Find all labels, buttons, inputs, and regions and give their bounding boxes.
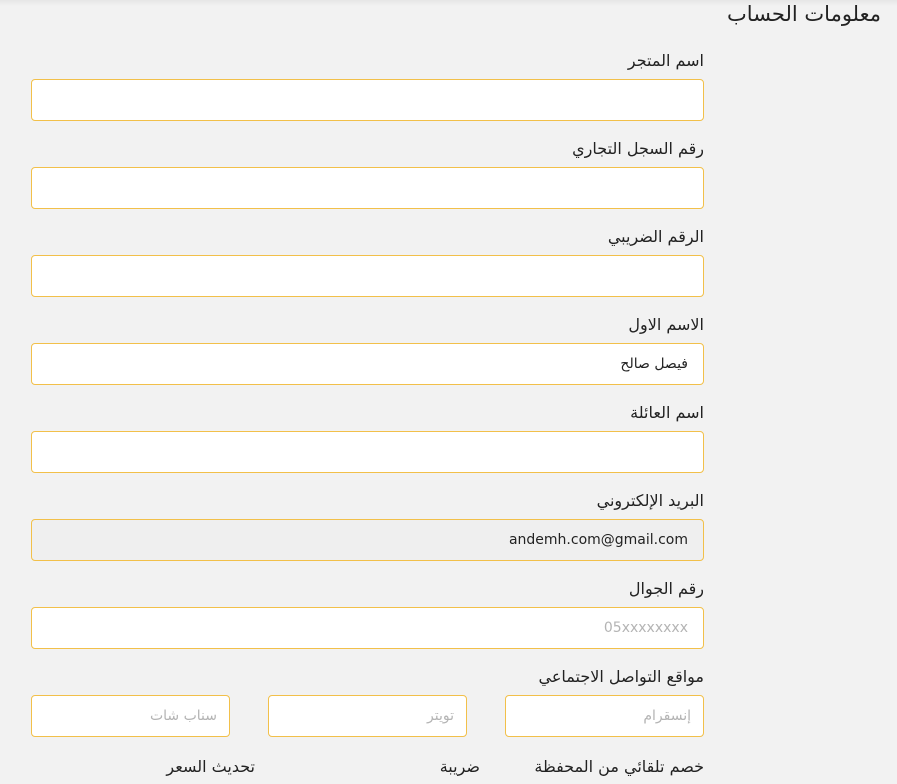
tax-number-field: الرقم الضريبي xyxy=(31,226,704,314)
first-name-input[interactable] xyxy=(31,343,704,385)
email-input[interactable] xyxy=(31,519,704,561)
mobile-input[interactable] xyxy=(31,607,704,649)
auto-discount-option[interactable]: خصم تلقائي من المحفظة xyxy=(534,756,704,778)
account-form: اسم المتجر رقم السجل التجاري الرقم الضري… xyxy=(31,50,704,754)
family-name-input[interactable] xyxy=(31,431,704,473)
family-name-label: اسم العائلة xyxy=(630,403,704,422)
options-row: خصم تلقائي من المحفظة ضريبة تحديث السعر xyxy=(31,756,704,778)
family-name-field: اسم العائلة xyxy=(31,402,704,490)
commercial-register-label: رقم السجل التجاري xyxy=(572,139,704,158)
social-field: مواقع التواصل الاجتماعي xyxy=(31,666,704,754)
price-update-option[interactable]: تحديث السعر xyxy=(166,756,255,778)
tax-number-input[interactable] xyxy=(31,255,704,297)
account-info-page: معلومات الحساب اسم المتجر رقم السجل التج… xyxy=(0,0,897,784)
store-name-input[interactable] xyxy=(31,79,704,121)
twitter-input[interactable] xyxy=(268,695,467,737)
email-field: البريد الإلكتروني xyxy=(31,490,704,578)
tax-number-label: الرقم الضريبي xyxy=(607,227,704,246)
mobile-label: رقم الجوال xyxy=(628,579,704,598)
mobile-field: رقم الجوال xyxy=(31,578,704,666)
first-name-field: الاسم الاول xyxy=(31,314,704,402)
first-name-label: الاسم الاول xyxy=(628,315,704,334)
commercial-register-field: رقم السجل التجاري xyxy=(31,138,704,226)
commercial-register-input[interactable] xyxy=(31,167,704,209)
page-title: معلومات الحساب xyxy=(727,2,881,26)
email-label: البريد الإلكتروني xyxy=(596,491,704,510)
tax-option[interactable]: ضريبة xyxy=(440,756,480,778)
instagram-input[interactable] xyxy=(505,695,704,737)
social-inputs-row xyxy=(31,695,704,737)
snapchat-input[interactable] xyxy=(31,695,230,737)
social-label: مواقع التواصل الاجتماعي xyxy=(538,667,704,686)
store-name-label: اسم المتجر xyxy=(627,51,704,70)
store-name-field: اسم المتجر xyxy=(31,50,704,138)
